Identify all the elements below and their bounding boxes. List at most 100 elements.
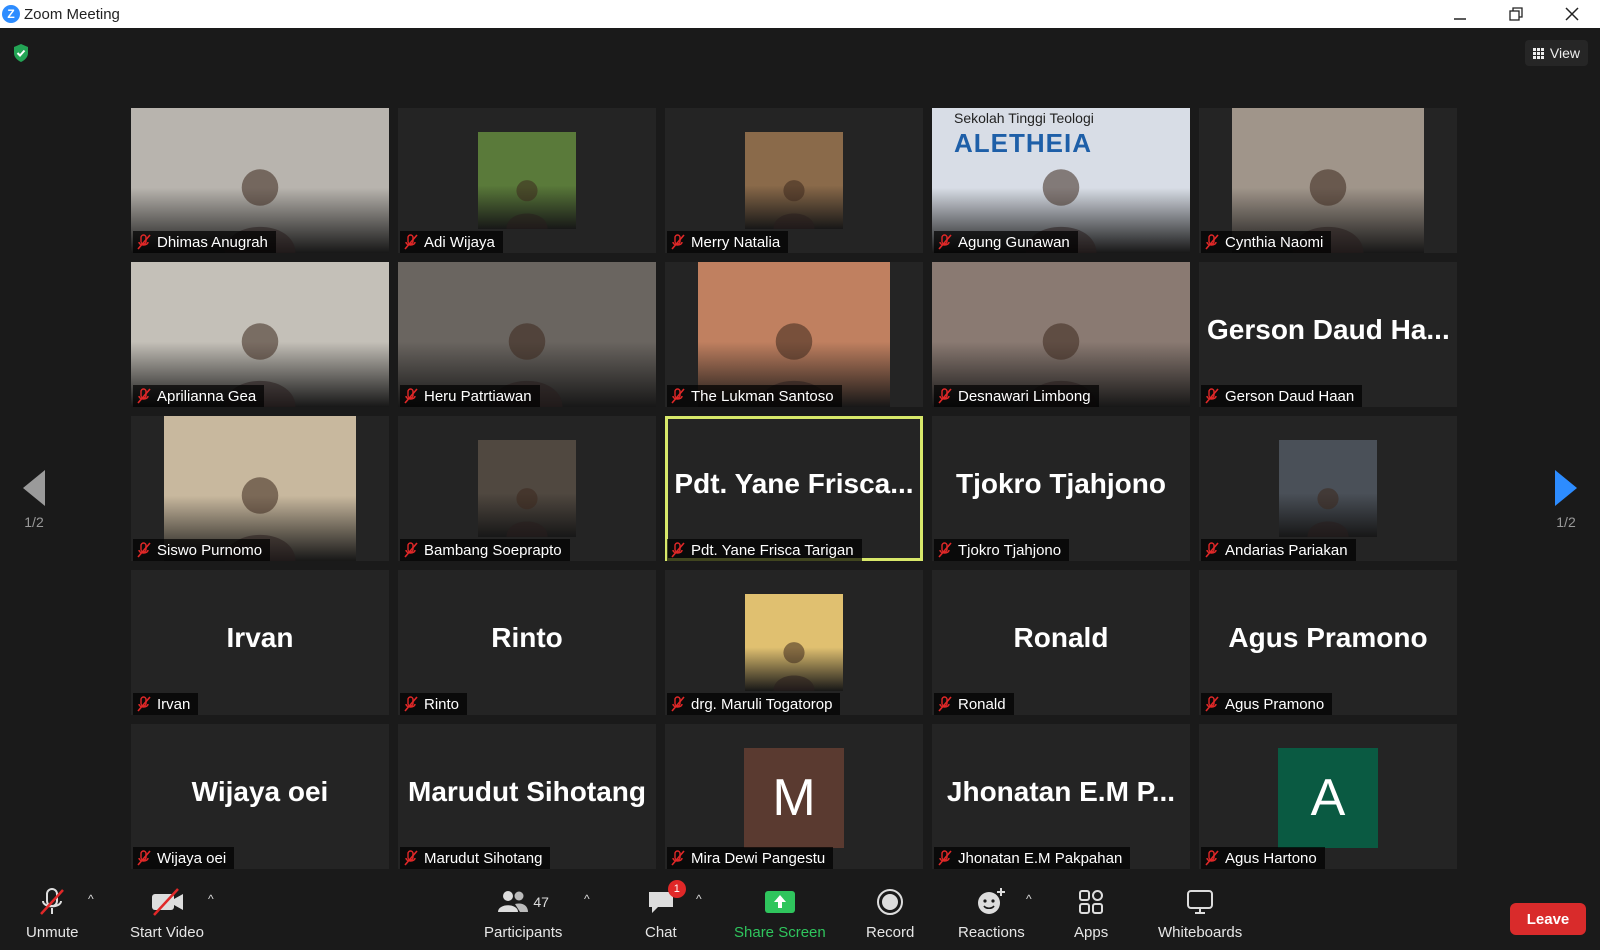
- participant-display-name: Rinto: [491, 622, 563, 653]
- participant-tile[interactable]: A Agus Hartono: [1199, 724, 1457, 869]
- participant-tile[interactable]: The Lukman Santoso: [665, 262, 923, 407]
- participant-tile[interactable]: Adi Wijaya: [398, 108, 656, 253]
- chat-unread-badge: 1: [667, 880, 686, 898]
- unmute-button[interactable]: Unmute: [26, 886, 79, 941]
- record-button[interactable]: Record: [866, 886, 914, 941]
- video-options-caret-icon[interactable]: ^: [208, 892, 214, 906]
- participant-name: Tjokro Tjahjono: [958, 541, 1062, 559]
- participants-count: 47: [533, 894, 549, 910]
- participant-video-grid: Dhimas Anugrah Adi Wijaya Merry Natalia Sek…: [131, 108, 1457, 869]
- participant-name-tag: Ronald: [934, 693, 1014, 715]
- start-video-label: Start Video: [130, 924, 204, 941]
- chat-button[interactable]: 1 Chat: [645, 880, 686, 941]
- mic-muted-icon: [671, 388, 685, 404]
- restore-button[interactable]: [1488, 0, 1544, 28]
- participant-display-name: Irvan: [226, 622, 294, 653]
- participant-name-tag: Irvan: [133, 693, 199, 715]
- participant-name-tag: Merry Natalia: [667, 231, 789, 253]
- share-screen-button[interactable]: Share Screen: [734, 886, 826, 941]
- participant-name-tag: Wijaya oei: [133, 847, 235, 869]
- participant-name-tag: Desnawari Limbong: [934, 385, 1099, 407]
- arrow-left-icon: [23, 470, 45, 506]
- participant-name: Pdt. Yane Frisca Tarigan: [691, 541, 854, 559]
- participant-tile[interactable]: Aprilianna Gea: [131, 262, 389, 407]
- participant-name: Desnawari Limbong: [958, 387, 1091, 405]
- minimize-icon: [1454, 18, 1466, 20]
- participant-display-name: Agus Pramono: [1228, 622, 1428, 653]
- participant-name-tag: Heru Patrtiawan: [400, 385, 540, 407]
- participant-name: Bambang Soeprapto: [424, 541, 562, 559]
- participant-tile[interactable]: drg. Maruli Togatorop: [665, 570, 923, 715]
- mic-muted-icon: [1205, 542, 1219, 558]
- participants-options-caret-icon[interactable]: ^: [584, 892, 590, 906]
- participant-name-tag: Andarias Pariakan: [1201, 539, 1356, 561]
- participant-video-feed: [1279, 440, 1377, 537]
- whiteboards-button[interactable]: Whiteboards: [1158, 886, 1242, 941]
- reactions-options-caret-icon[interactable]: ^: [1026, 892, 1032, 906]
- audio-options-caret-icon[interactable]: ^: [88, 892, 94, 906]
- mic-muted-icon: [137, 388, 151, 404]
- participant-tile[interactable]: Sekolah Tinggi Teologi ALETHEIA Agung Guna…: [932, 108, 1190, 253]
- avatar: M: [744, 748, 844, 848]
- participant-tile[interactable]: Dhimas Anugrah: [131, 108, 389, 253]
- mic-muted-icon: [404, 234, 418, 250]
- participant-name: Ronald: [958, 695, 1006, 713]
- reactions-icon: [978, 888, 1006, 914]
- participant-tile[interactable]: Andarias Pariakan: [1199, 416, 1457, 561]
- restore-icon: [1509, 7, 1523, 21]
- participant-name-tag: Agung Gunawan: [934, 231, 1078, 253]
- participant-tile[interactable]: Ronald Ronald: [932, 570, 1190, 715]
- next-page-button[interactable]: 1/2: [1546, 470, 1586, 530]
- security-shield-icon[interactable]: [11, 43, 31, 63]
- participant-tile[interactable]: Bambang Soeprapto: [398, 416, 656, 561]
- person-silhouette: [498, 469, 557, 537]
- person-silhouette: [1299, 469, 1358, 537]
- apps-button[interactable]: Apps: [1074, 886, 1108, 941]
- share-screen-label: Share Screen: [734, 924, 826, 941]
- participant-name-tag: Pdt. Yane Frisca Tarigan: [667, 539, 862, 561]
- participant-tile[interactable]: Heru Patrtiawan: [398, 262, 656, 407]
- close-button[interactable]: [1544, 0, 1600, 28]
- unmute-label: Unmute: [26, 924, 79, 941]
- view-button[interactable]: View: [1524, 40, 1588, 66]
- mic-muted-icon: [671, 850, 685, 866]
- reactions-label: Reactions: [958, 924, 1025, 941]
- participant-name: Agus Pramono: [1225, 695, 1325, 713]
- reactions-button[interactable]: Reactions: [958, 886, 1025, 941]
- apps-label: Apps: [1074, 924, 1109, 941]
- mic-muted-icon: [404, 542, 418, 558]
- participant-tile[interactable]: Cynthia Naomi: [1199, 108, 1457, 253]
- participant-tile[interactable]: Siswo Purnomo: [131, 416, 389, 561]
- participant-tile[interactable]: Merry Natalia: [665, 108, 923, 253]
- participant-tile[interactable]: Pdt. Yane Frisca... Pdt. Yane Frisca Tari…: [665, 416, 923, 561]
- participant-tile[interactable]: Gerson Daud Ha... Gerson Daud Haan: [1199, 262, 1457, 407]
- participant-display-name: Pdt. Yane Frisca...: [674, 468, 914, 499]
- whiteboards-label: Whiteboards: [1158, 924, 1243, 941]
- start-video-button[interactable]: Start Video: [130, 886, 204, 941]
- minimize-button[interactable]: [1432, 0, 1488, 28]
- participant-name: Agung Gunawan: [958, 233, 1070, 251]
- participant-tile[interactable]: Tjokro Tjahjono Tjokro Tjahjono: [932, 416, 1190, 561]
- participant-tile[interactable]: M Mira Dewi Pangestu: [665, 724, 923, 869]
- window-title: Zoom Meeting: [24, 5, 120, 23]
- participant-display-name: Gerson Daud Ha...: [1207, 314, 1450, 345]
- participant-name: Merry Natalia: [691, 233, 781, 251]
- participant-name: Marudut Sihotang: [424, 849, 543, 867]
- leave-button[interactable]: Leave: [1510, 903, 1586, 935]
- participant-name: drg. Maruli Togatorop: [691, 695, 833, 713]
- participants-button[interactable]: 47 Participants: [484, 886, 562, 941]
- participant-name: Wijaya oei: [157, 849, 227, 867]
- participant-tile[interactable]: Agus Pramono Agus Pramono: [1199, 570, 1457, 715]
- participant-tile[interactable]: Desnawari Limbong: [932, 262, 1190, 407]
- previous-page-button[interactable]: 1/2: [14, 470, 54, 530]
- chat-options-caret-icon[interactable]: ^: [696, 892, 702, 906]
- participant-tile[interactable]: Marudut Sihotang Marudut Sihotang: [398, 724, 656, 869]
- participant-tile[interactable]: Rinto Rinto: [398, 570, 656, 715]
- participant-tile[interactable]: Jhonatan E.M P... Jhonatan E.M Pakpahan: [932, 724, 1190, 869]
- participant-name-tag: Bambang Soeprapto: [400, 539, 570, 561]
- participant-tile[interactable]: Irvan Irvan: [131, 570, 389, 715]
- mic-muted-icon: [671, 542, 685, 558]
- apps-icon: [1079, 890, 1104, 914]
- participant-name: Heru Patrtiawan: [424, 387, 532, 405]
- participant-tile[interactable]: Wijaya oei Wijaya oei: [131, 724, 389, 869]
